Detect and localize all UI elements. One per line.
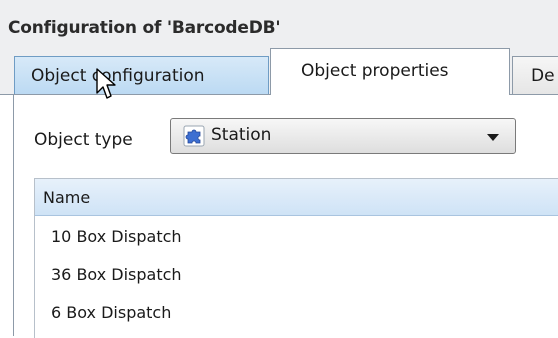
tab-de[interactable]: De	[512, 56, 558, 94]
table-row[interactable]: 6 Box Dispatch	[35, 295, 558, 333]
row-name: 6 Box Dispatch	[51, 303, 172, 322]
window-title: Configuration of 'BarcodeDB'	[8, 18, 281, 38]
title-bar: Configuration of 'BarcodeDB'	[0, 0, 558, 46]
table-row[interactable]: 10 Box Dispatch	[35, 219, 558, 257]
column-header-name[interactable]: Name	[35, 179, 558, 216]
column-header-label: Name	[43, 188, 91, 207]
table-row[interactable]: 36 Box Dispatch	[35, 257, 558, 295]
row-name: 10 Box Dispatch	[51, 227, 182, 246]
puzzle-piece-icon	[183, 125, 205, 147]
tab-label: De	[531, 66, 555, 86]
tab-object-configuration[interactable]: Object configuration	[14, 56, 269, 94]
chevron-down-icon[interactable]	[487, 134, 499, 141]
object-type-dropdown[interactable]: Station	[170, 118, 516, 154]
tab-label: Object properties	[301, 61, 449, 81]
row-name: 36 Box Dispatch	[51, 265, 182, 284]
mouse-pointer-icon	[96, 68, 116, 99]
object-type-value: Station	[211, 125, 272, 145]
tab-object-properties[interactable]: Object properties	[270, 48, 510, 95]
object-type-label: Object type	[34, 130, 133, 150]
panel-border	[13, 94, 14, 336]
